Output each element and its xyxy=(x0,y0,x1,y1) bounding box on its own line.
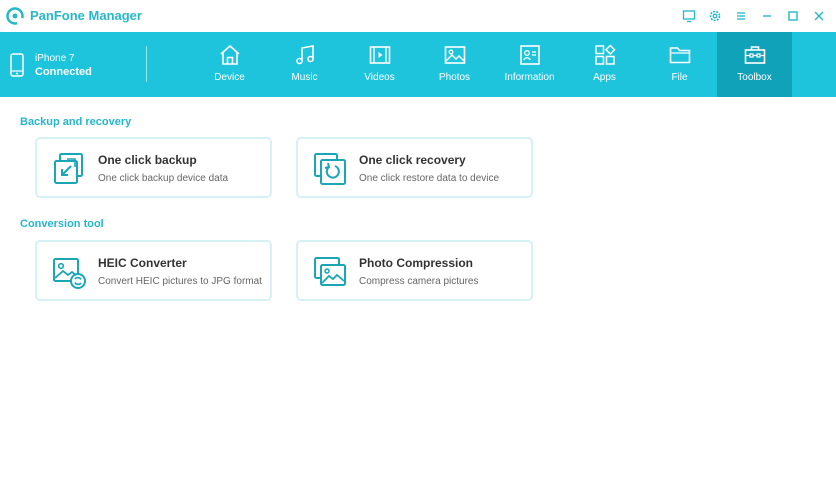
minimize-icon[interactable] xyxy=(758,6,776,26)
one-click-backup-card[interactable]: One click backup One click backup device… xyxy=(35,137,272,198)
toolbox-icon xyxy=(744,46,765,64)
apps-icon xyxy=(594,44,616,65)
tab-label: Videos xyxy=(364,72,395,83)
photo-icon xyxy=(444,46,465,64)
recovery-icon xyxy=(314,153,346,185)
tab-device[interactable]: Device xyxy=(192,32,267,97)
card-title: HEIC Converter xyxy=(98,256,187,270)
gear-icon[interactable] xyxy=(706,6,724,26)
photo-compression-icon xyxy=(314,257,346,286)
tab-videos[interactable]: Videos xyxy=(342,32,417,97)
tab-label: Device xyxy=(214,72,245,83)
contact-card-icon xyxy=(519,45,540,65)
one-click-recovery-card[interactable]: One click recovery One click restore dat… xyxy=(296,137,533,198)
nav-divider xyxy=(146,46,147,82)
app-logo-icon xyxy=(6,7,24,25)
card-title: Photo Compression xyxy=(359,256,474,270)
card-description: One click restore data to device xyxy=(359,173,500,184)
section-title-conversion: Conversion tool xyxy=(20,218,104,230)
window-controls xyxy=(680,6,828,26)
tab-label: Information xyxy=(504,72,555,83)
tab-music[interactable]: Music xyxy=(267,32,342,97)
maximize-icon[interactable] xyxy=(784,6,802,26)
tab-label: File xyxy=(671,72,688,83)
device-name: iPhone 7 xyxy=(35,53,75,64)
device-status: Connected xyxy=(35,66,92,78)
tab-toolbox[interactable]: Toolbox xyxy=(717,32,792,97)
card-title: One click recovery xyxy=(359,153,466,167)
card-description: One click backup device data xyxy=(98,173,229,184)
music-icon xyxy=(295,45,314,65)
title-bar: PanFone Manager xyxy=(0,0,836,32)
backup-icon xyxy=(54,153,83,184)
feedback-icon[interactable] xyxy=(680,6,698,26)
tab-information[interactable]: Information xyxy=(492,32,567,97)
section-title-backup: Backup and recovery xyxy=(20,116,132,128)
tab-file[interactable]: File xyxy=(642,32,717,97)
tab-label: Apps xyxy=(593,72,616,83)
tab-label: Toolbox xyxy=(737,72,772,83)
photo-compression-card[interactable]: Photo Compression Compress camera pictur… xyxy=(296,240,533,301)
heic-converter-icon xyxy=(53,258,86,289)
card-title: One click backup xyxy=(98,153,197,167)
video-icon xyxy=(369,46,390,64)
menu-icon[interactable] xyxy=(732,6,750,26)
card-description: Compress camera pictures xyxy=(359,276,479,287)
tab-photos[interactable]: Photos xyxy=(417,32,492,97)
tab-label: Photos xyxy=(438,72,471,83)
nav-tabs: Device Music Videos Photos Information A… xyxy=(192,32,792,97)
home-icon xyxy=(219,44,240,65)
tab-label: Music xyxy=(291,72,318,83)
app-title: PanFone Manager xyxy=(30,8,142,23)
phone-icon xyxy=(10,53,24,77)
main-nav-bar: iPhone 7 Connected Device Music Videos P… xyxy=(0,32,836,97)
close-icon[interactable] xyxy=(810,6,828,26)
folder-icon xyxy=(669,47,690,64)
tab-apps[interactable]: Apps xyxy=(567,32,642,97)
card-description: Convert HEIC pictures to JPG format xyxy=(98,276,262,287)
heic-converter-card[interactable]: HEIC Converter Convert HEIC pictures to … xyxy=(35,240,272,301)
